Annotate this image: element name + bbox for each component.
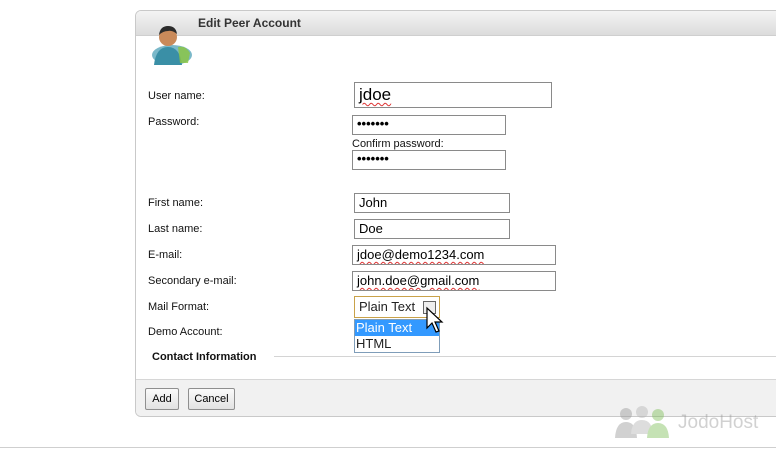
- lastname-input[interactable]: Doe: [354, 219, 510, 239]
- firstname-input[interactable]: John: [354, 193, 510, 213]
- firstname-label: First name:: [148, 197, 204, 209]
- email-value: jdoe@demo1234.com: [357, 247, 485, 262]
- mouse-pointer-icon: [426, 306, 444, 333]
- contact-information-heading: Contact Information: [152, 351, 261, 363]
- user-avatar-icon: [152, 26, 192, 65]
- add-button[interactable]: Add: [145, 388, 179, 410]
- demo-account-label: Demo Account:: [148, 326, 223, 338]
- secondary-email-value: john.doe@gmail.com: [357, 273, 480, 288]
- password-value: •••••••: [357, 116, 389, 131]
- password-input[interactable]: •••••••: [352, 115, 506, 135]
- title-bar: Edit Peer Account: [136, 11, 776, 36]
- section-divider: [274, 356, 776, 357]
- confirm-password-label: Confirm password:: [352, 138, 444, 150]
- secondary-email-label: Secondary e-mail:: [148, 275, 237, 287]
- password-label: Password:: [148, 116, 200, 128]
- mail-format-label: Mail Format:: [148, 301, 210, 313]
- lastname-value: Doe: [359, 221, 383, 236]
- email-label: E-mail:: [148, 249, 183, 261]
- watermark-text: JodoHost: [678, 412, 759, 433]
- username-label: User name:: [148, 90, 205, 102]
- secondary-email-input[interactable]: john.doe@gmail.com: [352, 271, 556, 291]
- username-value: jdoe: [359, 85, 392, 104]
- edit-peer-account-panel: Edit Peer Account User name: jdoe Passwo…: [135, 10, 776, 417]
- confirm-password-input[interactable]: •••••••: [352, 150, 506, 170]
- lastname-label: Last name:: [148, 223, 203, 235]
- firstname-value: John: [359, 195, 388, 210]
- page-bottom-divider: [0, 447, 776, 448]
- jodohost-watermark: JodoHost: [612, 404, 762, 440]
- cancel-button[interactable]: Cancel: [188, 388, 235, 410]
- mail-format-selected-value: Plain Text: [359, 299, 416, 314]
- panel-title: Edit Peer Account: [198, 16, 301, 30]
- mail-format-option-html[interactable]: HTML: [355, 336, 439, 352]
- email-input[interactable]: jdoe@demo1234.com: [352, 245, 556, 265]
- username-input[interactable]: jdoe: [354, 82, 552, 108]
- confirm-password-value: •••••••: [357, 151, 389, 166]
- people-logo-icon: [615, 406, 669, 438]
